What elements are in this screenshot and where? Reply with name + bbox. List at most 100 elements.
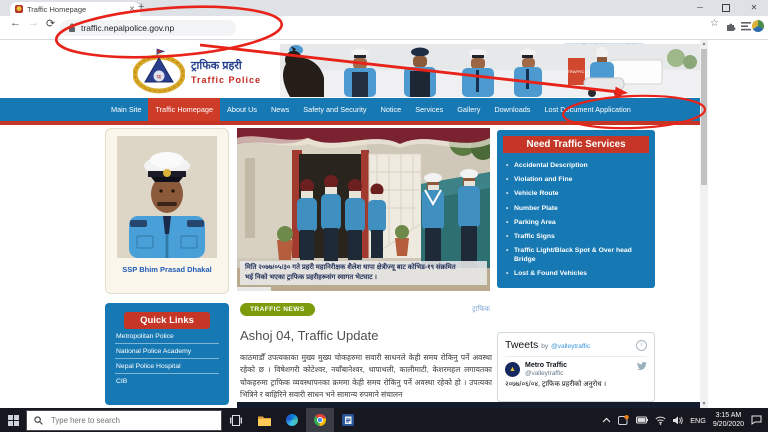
- webpage: Feedback | eComplaint फ ट्राफिक प्रहरी T…: [0, 40, 768, 408]
- quick-links-box: Quick Links Metropolitan Police National…: [105, 303, 229, 405]
- file-explorer-icon: [258, 415, 271, 426]
- window-maximize-button[interactable]: [714, 0, 738, 15]
- services-title: Need Traffic Services: [503, 136, 649, 153]
- browser-tab[interactable]: Traffic Homepage ✕: [10, 2, 140, 16]
- extensions-icon[interactable]: [726, 21, 737, 32]
- maximize-icon: [722, 4, 730, 12]
- wifi-icon[interactable]: [655, 416, 666, 425]
- scroll-down-arrow[interactable]: ▼: [700, 400, 708, 408]
- nav-main-site[interactable]: Main Site: [104, 98, 148, 121]
- tray-expand-chevron-icon[interactable]: [602, 417, 611, 423]
- news-carousel[interactable]: मिति २०७७/०५/३० गते प्रहरी महानिरीक्षक श…: [237, 128, 490, 291]
- action-center-icon[interactable]: [751, 415, 762, 425]
- search-icon: [34, 416, 43, 425]
- quick-link-national-police-academy[interactable]: National Police Academy: [115, 344, 219, 359]
- windows-logo-icon: [8, 415, 19, 426]
- service-accidental-description[interactable]: Accidental Description: [505, 161, 647, 170]
- window-close-button[interactable]: ✕: [742, 0, 766, 15]
- scrollbar-thumb[interactable]: [701, 49, 707, 185]
- twitter-bird-icon: [637, 362, 647, 370]
- language-indicator[interactable]: ENG: [690, 416, 706, 425]
- nav-about-us[interactable]: About Us: [220, 98, 264, 121]
- scroll-up-arrow[interactable]: ▲: [700, 40, 708, 48]
- service-number-plate[interactable]: Number Plate: [505, 204, 647, 213]
- news-meta-row: TRAFFIC NEWS ट्राफिक: [240, 303, 490, 316]
- new-tab-button[interactable]: +: [138, 1, 144, 13]
- page-scrollbar[interactable]: ▲ ▼: [700, 40, 708, 408]
- nav-gallery[interactable]: Gallery: [450, 98, 487, 121]
- service-traffic-light-black-spot[interactable]: Traffic Light/Black Spot & Over head Bri…: [505, 246, 647, 264]
- traffic-police-logo-icon: फ: [133, 48, 185, 94]
- notification-badge-icon[interactable]: [618, 415, 629, 425]
- windows-taskbar: ENG 3:15 AM 9/20/2020: [0, 408, 768, 432]
- system-tray: ENG 3:15 AM 9/20/2020: [602, 411, 768, 429]
- tweet-text: २०७७/०६/०४, ट्राफिक प्रहरीको अनुरोध ।: [505, 380, 647, 389]
- tab-favicon-icon: [15, 5, 23, 13]
- reading-list-icon[interactable]: [741, 22, 752, 31]
- twitter-widget: Tweets by @valleytraffic i ▲ Metro Traff…: [497, 332, 655, 402]
- taskbar-clock[interactable]: 3:15 AM 9/20/2020: [713, 411, 744, 429]
- bookmark-star-icon[interactable]: ☆: [710, 18, 719, 29]
- tweets-curator-link[interactable]: @valleytraffic: [551, 343, 633, 350]
- taskbar-search[interactable]: [26, 410, 222, 431]
- battery-icon[interactable]: [636, 416, 648, 424]
- nav-services[interactable]: Services: [408, 98, 450, 121]
- quick-link-cib[interactable]: CIB: [115, 374, 219, 388]
- traffic-news-badge[interactable]: TRAFFIC NEWS: [240, 303, 315, 316]
- service-lost-found-vehicles[interactable]: Lost & Found Vehicles: [505, 269, 647, 278]
- svg-text:फ: फ: [157, 75, 162, 81]
- lock-icon: [68, 23, 76, 33]
- volume-icon[interactable]: [673, 416, 683, 425]
- service-traffic-signs[interactable]: Traffic Signs: [505, 232, 647, 241]
- clock-date: 9/20/2020: [713, 420, 744, 429]
- brand-name-nepali: ट्राफिक प्रहरी: [191, 58, 261, 73]
- nav-underline: [0, 121, 700, 125]
- chrome-button[interactable]: [306, 408, 334, 432]
- carousel-caption: मिति २०७७/०५/३० गते प्रहरी महानिरीक्षक श…: [240, 261, 487, 285]
- metro-traffic-avatar[interactable]: ▲: [505, 362, 520, 377]
- edge-icon: [286, 414, 298, 426]
- edge-button[interactable]: [278, 408, 306, 432]
- forward-button[interactable]: →: [28, 17, 39, 29]
- start-button[interactable]: [0, 408, 26, 432]
- back-button[interactable]: ←: [10, 17, 21, 29]
- window-minimize-button[interactable]: ─: [688, 0, 712, 15]
- service-violation-and-fine[interactable]: Violation and Fine: [505, 175, 647, 184]
- carousel-scroll-chip: [237, 287, 271, 291]
- clock-time: 3:15 AM: [713, 411, 744, 420]
- tweet-account-handle[interactable]: @valleytraffic: [525, 370, 647, 377]
- tweet-account-name[interactable]: Metro Traffic: [525, 362, 567, 369]
- word-app-icon: [342, 414, 354, 426]
- word-app-button[interactable]: [334, 408, 362, 432]
- news-heading[interactable]: Ashoj 04, Traffic Update: [240, 328, 379, 343]
- quick-link-metropolitan-police[interactable]: Metropolitan Police: [115, 329, 219, 344]
- profile-avatar[interactable]: [752, 20, 764, 32]
- task-view-button[interactable]: [222, 408, 250, 432]
- chrome-icon: [314, 414, 326, 426]
- site-brand[interactable]: फ ट्राफिक प्रहरी Traffic Police: [133, 48, 261, 94]
- carousel-caption-line2: भई निको भएका ट्राफिक प्रहरीहरूसंग स्वागत…: [245, 273, 482, 283]
- nav-safety-and-security[interactable]: Safety and Security: [296, 98, 373, 121]
- reload-button[interactable]: ⟳: [46, 17, 55, 30]
- news-tag-link[interactable]: ट्राफिक: [472, 305, 490, 314]
- brand-name-english: Traffic Police: [191, 75, 261, 85]
- officer-caption: SSP Bhim Prasad Dhakal: [106, 265, 228, 274]
- browser-tab-strip: Traffic Homepage ✕ + ─ ✕: [0, 0, 768, 16]
- file-explorer-button[interactable]: [250, 408, 278, 432]
- nav-traffic-homepage[interactable]: Traffic Homepage: [148, 98, 220, 121]
- info-icon[interactable]: i: [636, 340, 647, 351]
- screen: Traffic Homepage ✕ + ─ ✕ ← → ⟳ traffic.n…: [0, 0, 768, 432]
- nav-downloads[interactable]: Downloads: [487, 98, 537, 121]
- nav-lost-document-application[interactable]: Lost Document Application: [537, 98, 637, 121]
- nav-notice[interactable]: Notice: [374, 98, 409, 121]
- service-parking-area[interactable]: Parking Area: [505, 218, 647, 227]
- nav-news[interactable]: News: [264, 98, 296, 121]
- officer-photo: [117, 136, 217, 258]
- quick-link-nepal-police-hospital[interactable]: Nepal Police Hospital: [115, 359, 219, 374]
- tab-title: Traffic Homepage: [27, 5, 125, 14]
- tab-close-icon[interactable]: ✕: [129, 5, 135, 13]
- taskbar-search-input[interactable]: [49, 415, 203, 426]
- address-bar[interactable]: traffic.nepalpolice.gov.np: [60, 20, 236, 36]
- tweets-by-label: by: [541, 343, 548, 350]
- service-vehicle-route[interactable]: Vehicle Route: [505, 189, 647, 198]
